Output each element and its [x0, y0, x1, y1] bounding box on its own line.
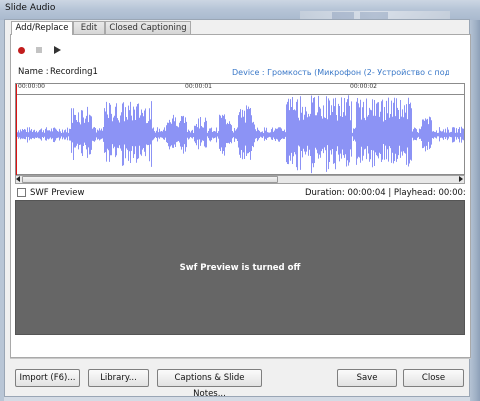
record-icon[interactable]	[18, 47, 25, 54]
close-button[interactable]: Close	[403, 369, 464, 387]
tab-closed-captioning[interactable]: Closed Captioning	[105, 21, 191, 34]
tick-label: 00:00:01	[185, 83, 212, 90]
swf-preview-label[interactable]: SWF Preview	[30, 188, 84, 198]
captions-slide-notes-button[interactable]: Captions & Slide Notes...	[157, 369, 262, 399]
waveform[interactable]	[15, 95, 465, 175]
divider	[10, 358, 471, 359]
waveform-graph	[16, 95, 464, 174]
library-button[interactable]: Library...	[88, 369, 149, 387]
tick-label: 00:00:00	[18, 83, 45, 90]
duration-playhead-readout: Duration: 00:00:04 | Playhead: 00:00:00	[305, 188, 465, 198]
window-frame-right	[470, 0, 480, 401]
swf-preview-checkbox[interactable]	[17, 188, 26, 197]
recording-name: Recording1	[50, 67, 98, 77]
scrollbar-thumb[interactable]	[22, 176, 278, 183]
playhead-marker[interactable]	[16, 84, 17, 175]
import-button[interactable]: Import (F6)...	[15, 369, 80, 387]
tick-label: 00:00:02	[350, 83, 377, 90]
window-title: Slide Audio	[5, 3, 56, 13]
timeline-ruler[interactable]	[15, 83, 465, 95]
save-button[interactable]: Save	[337, 369, 397, 387]
stop-icon[interactable]	[36, 47, 42, 53]
scroll-right-icon[interactable]	[459, 176, 463, 182]
device-label: Device : Громкость (Микрофон (2- Устройс…	[232, 68, 449, 77]
background-blur	[360, 12, 388, 19]
scroll-left-icon[interactable]	[16, 176, 20, 182]
name-label: Name :	[18, 67, 49, 77]
play-icon[interactable]	[54, 46, 61, 54]
tab-add-replace[interactable]: Add/Replace	[11, 21, 73, 35]
tab-edit[interactable]: Edit	[73, 21, 105, 34]
background-blur	[332, 12, 354, 19]
preview-message: Swf Preview is turned off	[179, 263, 301, 273]
